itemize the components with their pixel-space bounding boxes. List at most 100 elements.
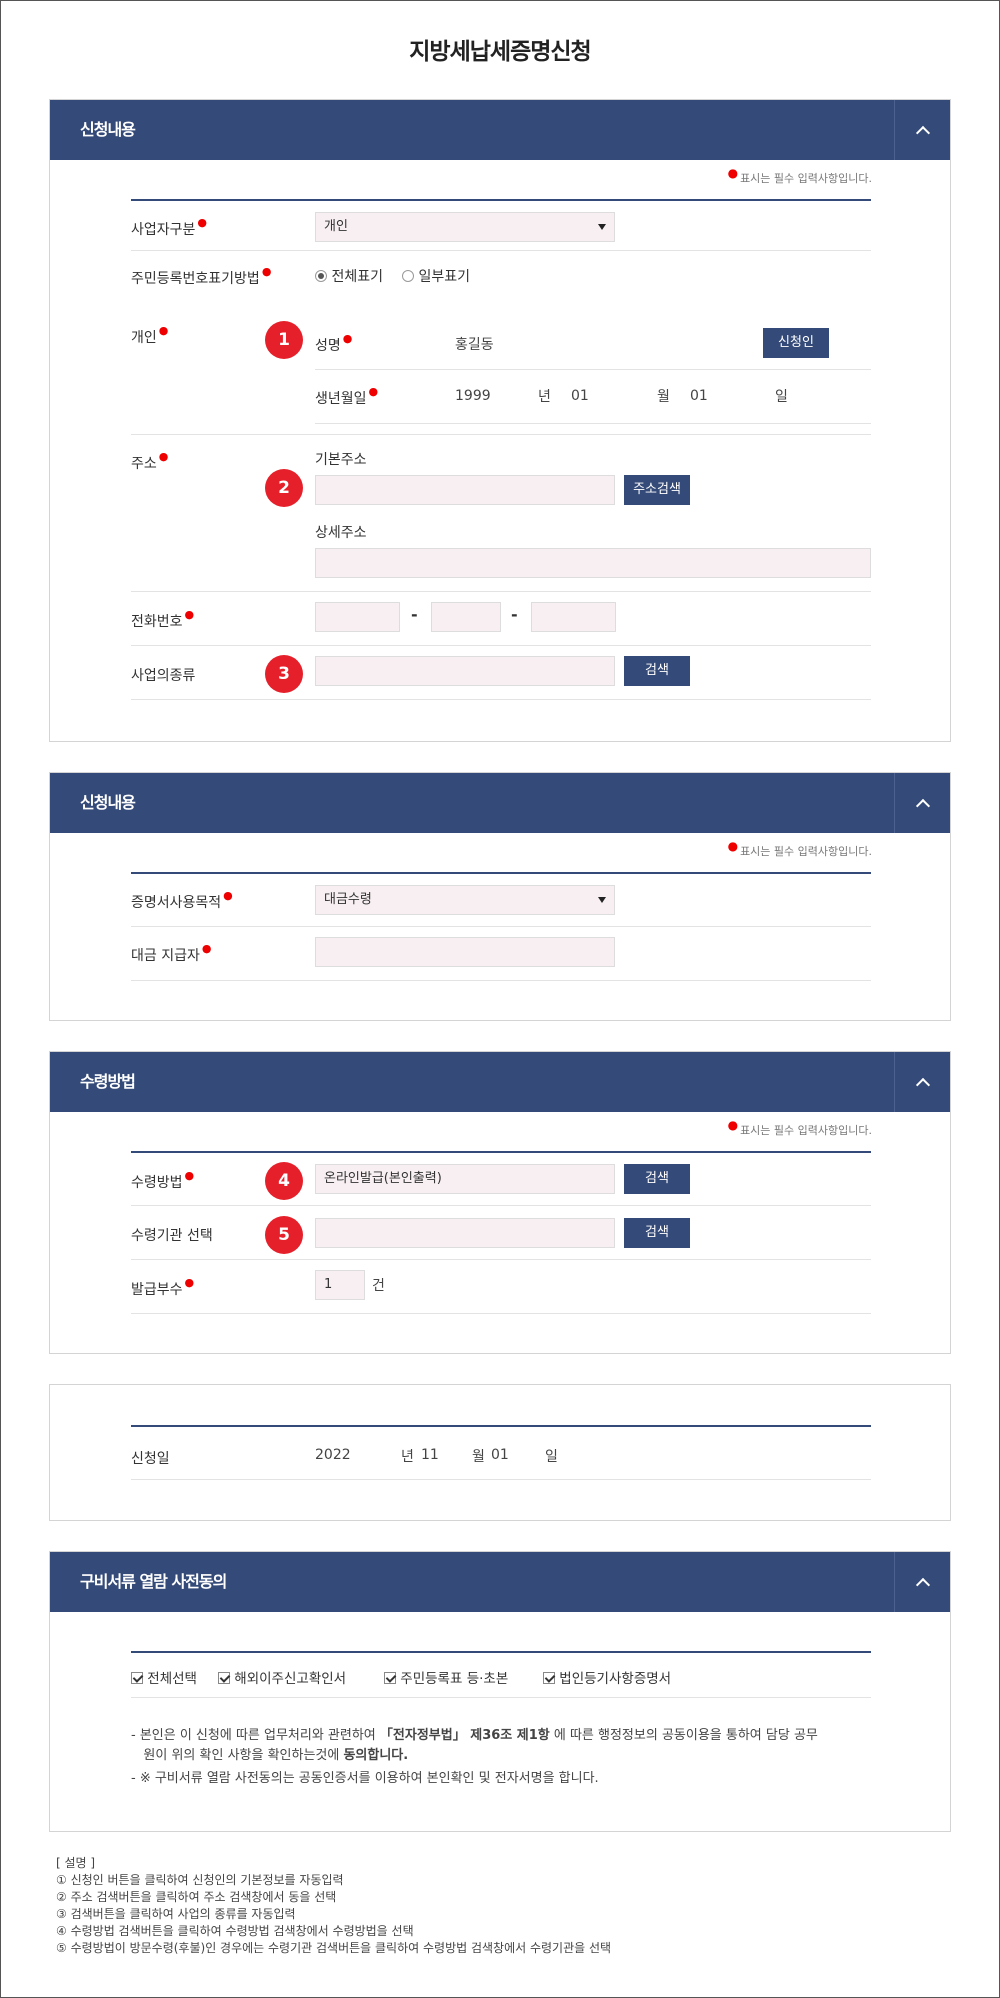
checkbox-checked-icon[interactable] [543,1672,555,1684]
checkbox-checked-icon[interactable] [131,1672,143,1684]
rrn-display-label: 주민등록번호표기방법 ● [131,265,272,287]
collapse-toggle-button[interactable] [894,1052,950,1112]
step-badge-5: 5 [265,1216,303,1254]
month-unit: 월 [472,1449,485,1465]
copies-input[interactable]: 1 [315,1270,365,1300]
panel-title: 신청내용 [80,793,136,812]
step-badge-2: 2 [265,469,303,507]
address-label: 주소 ● [131,450,169,472]
receipt-method-panel: 수령방법 ● 표시는 필수 입력사항입니다. 수령방법 ● 4 온라인발급(본인출력… [49,1051,951,1354]
collapse-toggle-button[interactable] [894,1552,950,1612]
required-note: ● 표시는 필수 입력사항입니다. [727,166,872,185]
legend-item: ③ 검색버튼을 클릭하여 사업의 종류를 자동입력 [56,1907,296,1921]
row-divider [131,1479,871,1480]
individual-label: 개인 ● [131,324,169,346]
name-label: 성명 ● [315,332,353,354]
rrn-option-partial[interactable]: 일부표기 [402,266,470,286]
required-note: ● 표시는 필수 입력사항입니다. [727,1118,872,1137]
detail-address-label: 상세주소 [315,525,367,541]
date-month: 11 [421,1447,439,1463]
collapse-toggle-button[interactable] [894,773,950,833]
checkbox-corporate-registry[interactable]: 법인등기사항증명서 [543,1667,671,1687]
checkbox-checked-icon[interactable] [384,1672,396,1684]
month-unit: 월 [657,389,670,405]
application-date-panel: 신청일 2022 년 11 월 01 일 [49,1384,951,1521]
date-day: 01 [491,1447,509,1463]
business-type-select[interactable]: 개인 [315,212,615,242]
method-search-button[interactable]: 검색 [624,1164,690,1194]
basic-address-input[interactable] [315,475,615,505]
dropdown-arrow-icon [598,224,606,230]
row-divider [131,1313,871,1314]
row-divider [131,1697,871,1698]
legend: [ 설명 ] ① 신청인 버튼을 클릭하여 신청인의 기본정보를 자동입력 ② … [56,1855,611,1957]
radio-checked-icon[interactable] [315,270,327,282]
business-kind-input[interactable] [315,656,615,686]
application-panel: 신청내용 ● 표시는 필수 입력사항입니다. 사업자구분 ● 개인 주민등록번호표기… [49,99,951,742]
step-badge-4: 4 [265,1162,303,1200]
birth-month: 01 [571,388,589,404]
table-top-rule [131,1651,871,1653]
name-value: 홍길동 [455,337,494,353]
phone-separator: - [411,605,418,624]
table-top-rule [131,1425,871,1427]
year-unit: 년 [401,1449,414,1465]
consent-panel: 구비서류 열람 사전동의 전체선택 해외이주신고확인서 주민등록표 등·초본 법… [49,1551,951,1832]
detail-address-input[interactable] [315,548,871,578]
consent-note: - 본인은 이 신청에 따른 업무처리와 관련하여 「전자정부법」 제36조 제… [131,1728,818,1763]
step-badge-1: 1 [265,321,303,359]
chevron-up-icon [915,1577,930,1592]
phone-label: 전화번호 ● [131,608,195,630]
legend-item: ② 주소 검색버튼을 클릭하여 주소 검색창에서 동을 선택 [56,1890,337,1904]
row-divider [131,1205,871,1206]
legend-item: ⑤ 수령방법이 방문수령(후불)인 경우에는 수령기관 검색버튼을 클릭하여 수… [56,1941,612,1955]
application-panel-2: 신청내용 ● 표시는 필수 입력사항입니다. 증명서사용목적 ● 대금수령 대금 지… [49,772,951,1021]
rrn-option-full[interactable]: 전체표기 [315,266,383,286]
row-divider [131,591,871,592]
phone-input-2[interactable] [431,602,501,632]
panel-header: 신청내용 [50,773,950,833]
payer-input[interactable] [315,937,615,967]
legend-item: ④ 수령방법 검색버튼을 클릭하여 수령방법 검색창에서 수령방법을 선택 [56,1924,414,1938]
applicant-button[interactable]: 신청인 [763,328,829,358]
row-divider [315,423,871,424]
chevron-up-icon [915,798,930,813]
row-divider [131,434,871,435]
org-label: 수령기관 선택 [131,1228,213,1244]
org-search-button[interactable]: 검색 [624,1218,690,1248]
phone-input-1[interactable] [315,602,400,632]
chevron-up-icon [915,125,930,140]
date-label: 신청일 [131,1451,170,1467]
panel-header: 신청내용 [50,100,950,160]
checkbox-select-all[interactable]: 전체선택 [131,1667,197,1687]
required-mark-icon: ● [727,166,739,180]
birth-label: 생년월일 ● [315,385,379,407]
address-search-button[interactable]: 주소검색 [624,475,690,505]
business-kind-label: 사업의종류 [131,668,196,684]
legend-item: ① 신청인 버튼을 클릭하여 신청인의 기본정보를 자동입력 [56,1873,344,1887]
phone-input-3[interactable] [531,602,616,632]
business-kind-search-button[interactable]: 검색 [624,656,690,686]
certificate-note: - ※ 구비서류 열람 사전동의는 공동인증서를 이용하여 본인확인 및 전자서… [131,1771,599,1786]
org-input[interactable] [315,1218,615,1248]
collapse-toggle-button[interactable] [894,100,950,160]
checkbox-checked-icon[interactable] [218,1672,230,1684]
checkbox-resident-registration[interactable]: 주민등록표 등·초본 [384,1667,508,1687]
checkbox-emigration[interactable]: 해외이주신고확인서 [218,1667,346,1687]
row-divider [315,369,871,370]
table-top-rule [131,872,871,874]
required-mark-icon: ● [727,1118,739,1132]
legend-title: [ 설명 ] [56,1856,96,1870]
row-divider [131,699,871,700]
date-year: 2022 [315,1447,351,1463]
table-top-rule [131,199,871,201]
birth-day: 01 [690,388,708,404]
table-top-rule [131,1151,871,1153]
step-badge-3: 3 [265,655,303,693]
dropdown-arrow-icon [598,897,606,903]
purpose-label: 증명서사용목적 ● [131,889,233,911]
radio-unchecked-icon[interactable] [402,270,414,282]
panel-title: 수령방법 [80,1072,136,1091]
method-input[interactable]: 온라인발급(본인출력) [315,1164,615,1194]
purpose-select[interactable]: 대금수령 [315,885,615,915]
